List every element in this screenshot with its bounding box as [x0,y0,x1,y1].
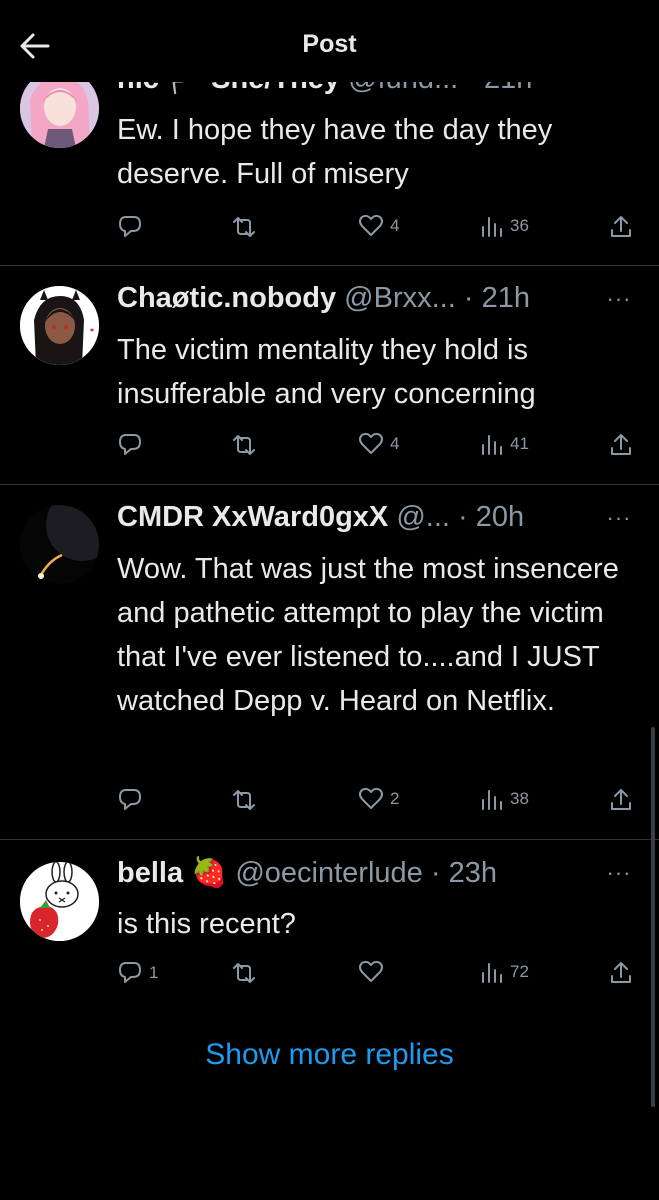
reply-button[interactable] [117,787,149,813]
reply-item[interactable]: CMDR XxWard0gxX @... · 20h ··· Wow. That… [0,485,659,839]
reply-button[interactable] [117,214,149,240]
like-button[interactable]: 4 [358,214,399,238]
like-count: 4 [390,216,400,235]
name-line: Chaøtic.nobody @Brxx... · 21h [117,282,599,315]
timestamp[interactable]: 20h [476,501,524,533]
retweet-icon [230,432,258,458]
avatar[interactable] [20,862,99,941]
reply-count: 1 [149,963,159,982]
heart-icon [358,432,384,456]
separator: · [458,501,468,533]
reply-item[interactable]: Chaøtic.nobody @Brxx... · 21h ··· The vi… [0,266,659,484]
scrollbar[interactable] [651,727,655,1107]
share-icon [608,214,634,240]
views-button[interactable]: 36 [480,214,529,238]
name-line: bella 🍓 @oecinterlude · 23h [117,856,599,890]
show-more-replies-link[interactable]: Show more replies [0,1038,659,1072]
reply-item[interactable]: nic 🏳️ She/They @fund... · 21h Ew. I hop… [0,63,659,265]
timestamp[interactable]: 23h [449,857,497,889]
share-button[interactable] [608,960,634,986]
user-handle[interactable]: @oecinterlude [235,857,422,889]
views-count: 41 [510,434,529,453]
retweet-icon [230,787,258,813]
reply-text: Wow. That was just the most insencere an… [117,553,619,717]
action-bar: 4 36 [0,214,659,244]
views-count: 38 [510,789,529,808]
share-icon [608,960,634,986]
user-handle[interactable]: @... [396,501,450,533]
retweet-button[interactable] [230,432,258,458]
reply-icon [117,214,143,240]
views-count: 36 [510,216,529,235]
reply-icon [117,960,143,986]
action-bar: 1 72 [0,960,659,990]
separator: · [463,282,474,314]
views-icon [480,214,504,238]
reply-item[interactable]: bella 🍓 @oecinterlude · 23h ··· is this … [0,840,659,1010]
user-handle[interactable]: @Brxx... [344,282,456,314]
reply-button[interactable]: 1 [117,960,158,986]
share-button[interactable] [608,787,634,813]
like-button[interactable]: 2 [358,787,399,811]
reply-button[interactable] [117,432,149,458]
views-button[interactable]: 38 [480,787,529,811]
page-title: Post [302,30,357,58]
more-icon[interactable]: ··· [605,288,633,312]
heart-icon [358,787,384,811]
separator: · [430,857,441,889]
views-icon [480,787,504,811]
views-button[interactable]: 41 [480,432,529,456]
reply-icon [117,432,143,458]
display-name[interactable]: bella [117,857,183,889]
more-icon[interactable]: ··· [605,507,633,531]
like-button[interactable] [358,960,390,984]
action-bar: 2 38 [0,787,659,817]
retweet-button[interactable] [230,214,258,240]
display-name[interactable]: Chaøtic.nobody [117,282,336,314]
timestamp[interactable]: 21h [482,282,530,314]
views-count: 72 [510,962,529,981]
retweet-icon [230,960,258,986]
share-icon [608,432,634,458]
share-icon [608,787,634,813]
share-button[interactable] [608,214,634,240]
more-icon[interactable]: ··· [605,862,633,886]
views-icon [480,432,504,456]
like-count: 2 [390,789,400,808]
reply-text: is this recent? [117,908,296,940]
heart-icon [358,960,384,984]
reply-text: The victim mentality they hold is insuff… [117,334,536,410]
views-button[interactable]: 72 [480,960,529,984]
retweet-button[interactable] [230,960,258,986]
avatar[interactable] [20,505,99,584]
retweet-button[interactable] [230,787,258,813]
retweet-icon [230,214,258,240]
views-icon [480,960,504,984]
avatar[interactable] [20,286,99,365]
display-name[interactable]: CMDR XxWard0gxX [117,501,388,533]
top-bar: Post [0,0,659,82]
like-count: 4 [390,434,400,453]
share-button[interactable] [608,432,634,458]
name-line: CMDR XxWard0gxX @... · 20h [117,501,599,534]
reply-icon [117,787,143,813]
strawberry-emoji: 🍓 [191,857,228,889]
heart-icon [358,214,384,238]
reply-text: Ew. I hope they have the day they deserv… [117,114,553,190]
like-button[interactable]: 4 [358,432,399,456]
action-bar: 4 41 [0,432,659,462]
